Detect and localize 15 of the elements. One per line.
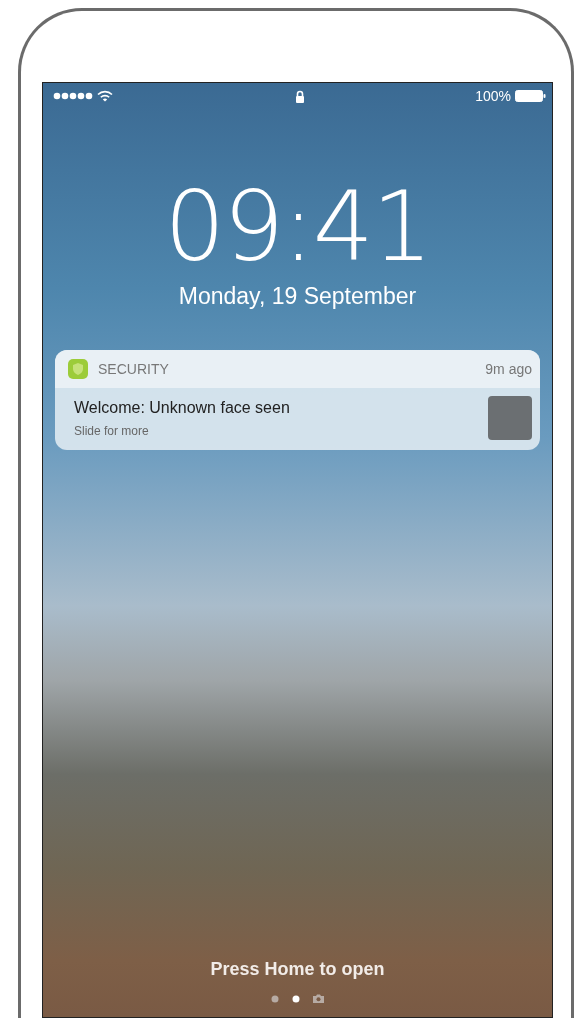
app-shield-icon [68,359,88,379]
signal-strength-icon [53,91,93,101]
battery-percentage: 100% [475,88,511,104]
wifi-icon [97,90,113,102]
notification-card[interactable]: SECURITY 9m ago Welcome: Unknown face seen Slide for more [55,350,540,450]
notification-title: Welcome: Unknown face seen [74,398,291,417]
unlock-hint: Press Home to open [209,959,386,980]
app-name: SECURITY [98,361,170,377]
battery-icon [515,90,546,102]
photo-placeholder [488,396,532,440]
notification-time: 9m ago [485,361,532,377]
notification-subtitle: Slide for more [74,423,150,438]
lock-icon [294,89,305,103]
clock-date: Monday, 19 September [177,283,418,310]
clock-time: 09:41 [163,177,432,277]
